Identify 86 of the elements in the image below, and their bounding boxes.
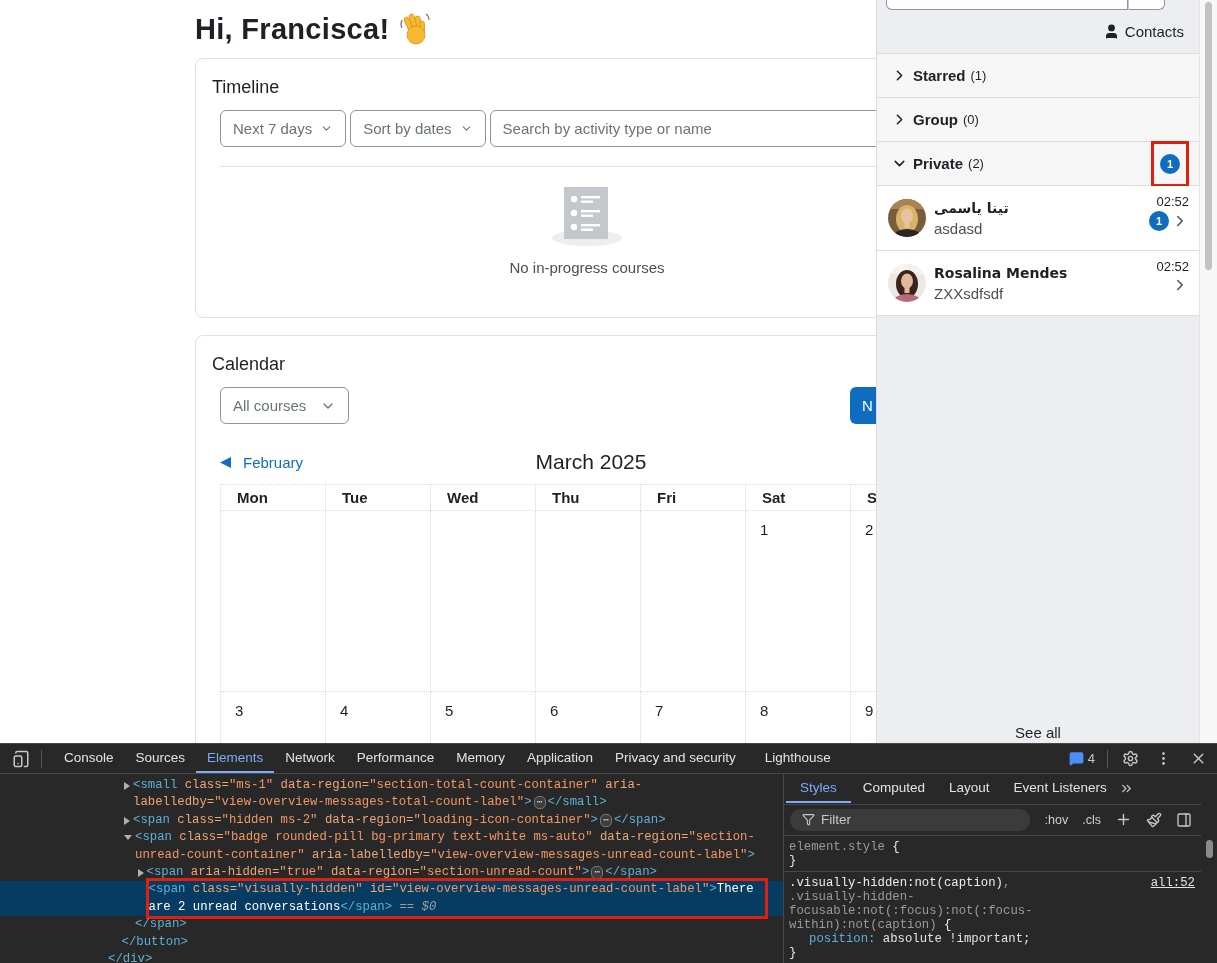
dom-closing-tag[interactable]: </div> bbox=[108, 951, 765, 963]
see-all-link[interactable]: See all bbox=[1015, 724, 1061, 743]
state-toggle[interactable]: .cls bbox=[1082, 812, 1101, 827]
issues-icon[interactable] bbox=[1068, 751, 1084, 766]
filter-dropdown[interactable]: Next 7 days bbox=[220, 110, 347, 147]
styles-tab[interactable]: Computed bbox=[850, 774, 938, 804]
issues-count[interactable]: 4 bbox=[1087, 751, 1095, 766]
devtools-tab[interactable]: Lighthouse bbox=[746, 744, 849, 773]
search-field[interactable]: Search by activity type or name bbox=[489, 110, 876, 147]
waving-hand-icon bbox=[399, 12, 432, 46]
filter-field[interactable]: Filter bbox=[790, 808, 1030, 831]
day-number: 6 bbox=[550, 702, 559, 719]
filter-placeholder: Filter bbox=[821, 812, 851, 828]
dom-node-line[interactable]: <span class="badge rounded-pill bg-primary text-white ms-auto" data-region="section-unread-count-container" aria-labelledby="view-overview-messages-unread-count-label"> bbox=[135, 829, 765, 865]
weekday-header: Mon bbox=[220, 484, 326, 511]
day-number: 3 bbox=[235, 702, 244, 719]
section-title: Private bbox=[913, 155, 964, 172]
devtools-tab[interactable]: Elements bbox=[196, 744, 275, 773]
dom-closing-tag[interactable]: </button> bbox=[121, 933, 765, 952]
dom-closing-tag[interactable]: </span> bbox=[135, 916, 765, 934]
day-number: 7 bbox=[655, 702, 664, 719]
previous-month-link[interactable]: February bbox=[220, 453, 304, 471]
contacts-link[interactable]: Contacts bbox=[1102, 23, 1184, 40]
expand-toggle-icon[interactable] bbox=[124, 835, 132, 841]
scrollbar-thumb[interactable] bbox=[1205, 840, 1213, 858]
paint-brush-icon[interactable] bbox=[1146, 811, 1162, 828]
month-title: March 2025 bbox=[535, 450, 647, 474]
dom-node-line[interactable]: <span aria-hidden="true" data-region="section-unread-count"> ⋯ </span> bbox=[146, 864, 765, 882]
devtools-tab[interactable]: Sources bbox=[124, 744, 197, 773]
devtools-tab[interactable]: Console bbox=[53, 744, 125, 773]
left-triangle-icon bbox=[220, 456, 231, 468]
document-list-icon bbox=[551, 187, 623, 247]
settings-icon[interactable] bbox=[1122, 750, 1139, 767]
day-number: 8 bbox=[760, 702, 769, 719]
contact-name: تینا یاسمی bbox=[934, 199, 1009, 216]
closing-brace: } bbox=[789, 946, 798, 960]
day-number: 5 bbox=[445, 702, 454, 719]
closing-brace: } bbox=[789, 854, 798, 868]
css-declaration[interactable]: position: absolute !important; bbox=[789, 932, 1143, 946]
day-number: 2 bbox=[865, 521, 874, 538]
section-title: Group bbox=[913, 111, 958, 128]
unread-badge: 1 bbox=[1149, 211, 1169, 231]
devtools-tab[interactable]: Performance bbox=[345, 744, 446, 773]
css-selector: element.style { bbox=[789, 840, 901, 854]
scrollbar-thumb[interactable] bbox=[1205, 2, 1212, 270]
device-toolbar-icon[interactable] bbox=[12, 749, 30, 768]
styles-tab[interactable]: Layout bbox=[937, 774, 1002, 804]
new-event-button[interactable]: N bbox=[850, 387, 876, 424]
card-title: Timeline bbox=[212, 76, 281, 98]
message-time: 02:52 bbox=[1156, 259, 1189, 274]
css-selector: .visually-hidden:not(caption), .visually-hidden-focusable:not(:focus):not(:focus-within):not(caption) { bbox=[789, 876, 1034, 932]
devtools-tab[interactable]: Memory bbox=[445, 744, 516, 773]
message-preview: asdasd bbox=[934, 219, 984, 237]
dom-node-line[interactable]: <span class="hidden ms-2" data-region="loading-icon-container"> ⋯ </span> bbox=[133, 811, 765, 830]
styles-tab[interactable]: Event Listeners bbox=[1001, 774, 1119, 804]
expand-toggle-icon[interactable] bbox=[124, 782, 130, 790]
section-header[interactable]: Private (2) 1 bbox=[877, 142, 1199, 186]
section-header[interactable]: Group (0) bbox=[877, 98, 1199, 142]
section-count: (1) bbox=[970, 68, 987, 83]
message-preview: ZXXsdfsdf bbox=[934, 284, 1005, 302]
state-toggle[interactable]: :hov bbox=[1044, 812, 1069, 827]
unread-badge: 1 bbox=[1160, 153, 1180, 174]
dom-node-line[interactable]: <small class="ms-1" data-region="section-total-count-container" aria-labelledby="view-overview-messages-total-count-label"> ⋯ </small> bbox=[133, 777, 765, 812]
filter-icon bbox=[802, 813, 815, 827]
devtools-tab[interactable]: Privacy and security bbox=[603, 744, 747, 773]
conversation-item[interactable]: Rosalina Mendes ZXXsdfsdf 02:52 bbox=[877, 251, 1199, 316]
section-count: (0) bbox=[963, 112, 979, 127]
source-link[interactable]: all:52 bbox=[1150, 876, 1195, 960]
course-select[interactable]: All courses bbox=[220, 387, 350, 424]
sidebar-toggle-icon[interactable] bbox=[1176, 811, 1192, 828]
greeting-heading: Hi, Francisca! bbox=[195, 12, 390, 46]
filter-dropdown[interactable]: Sort by dates bbox=[350, 110, 486, 147]
section-title: Starred bbox=[913, 67, 966, 84]
day-number: 9 bbox=[865, 702, 874, 719]
empty-message: No in-progress courses bbox=[509, 259, 665, 276]
message-time: 02:52 bbox=[1156, 194, 1189, 209]
contact-name: Rosalina Mendes bbox=[934, 264, 1068, 281]
day-number: 4 bbox=[340, 702, 349, 719]
devtools-tab[interactable]: Network bbox=[274, 744, 346, 773]
day-number: 1 bbox=[760, 521, 769, 538]
styles-tab[interactable]: Styles bbox=[786, 774, 851, 804]
devtools-tab[interactable]: Application bbox=[515, 744, 604, 773]
expand-toggle-icon[interactable] bbox=[124, 816, 130, 825]
section-header[interactable]: Starred (1) bbox=[877, 54, 1199, 98]
card-title: Calendar bbox=[212, 353, 287, 375]
section-count: (2) bbox=[968, 156, 984, 171]
